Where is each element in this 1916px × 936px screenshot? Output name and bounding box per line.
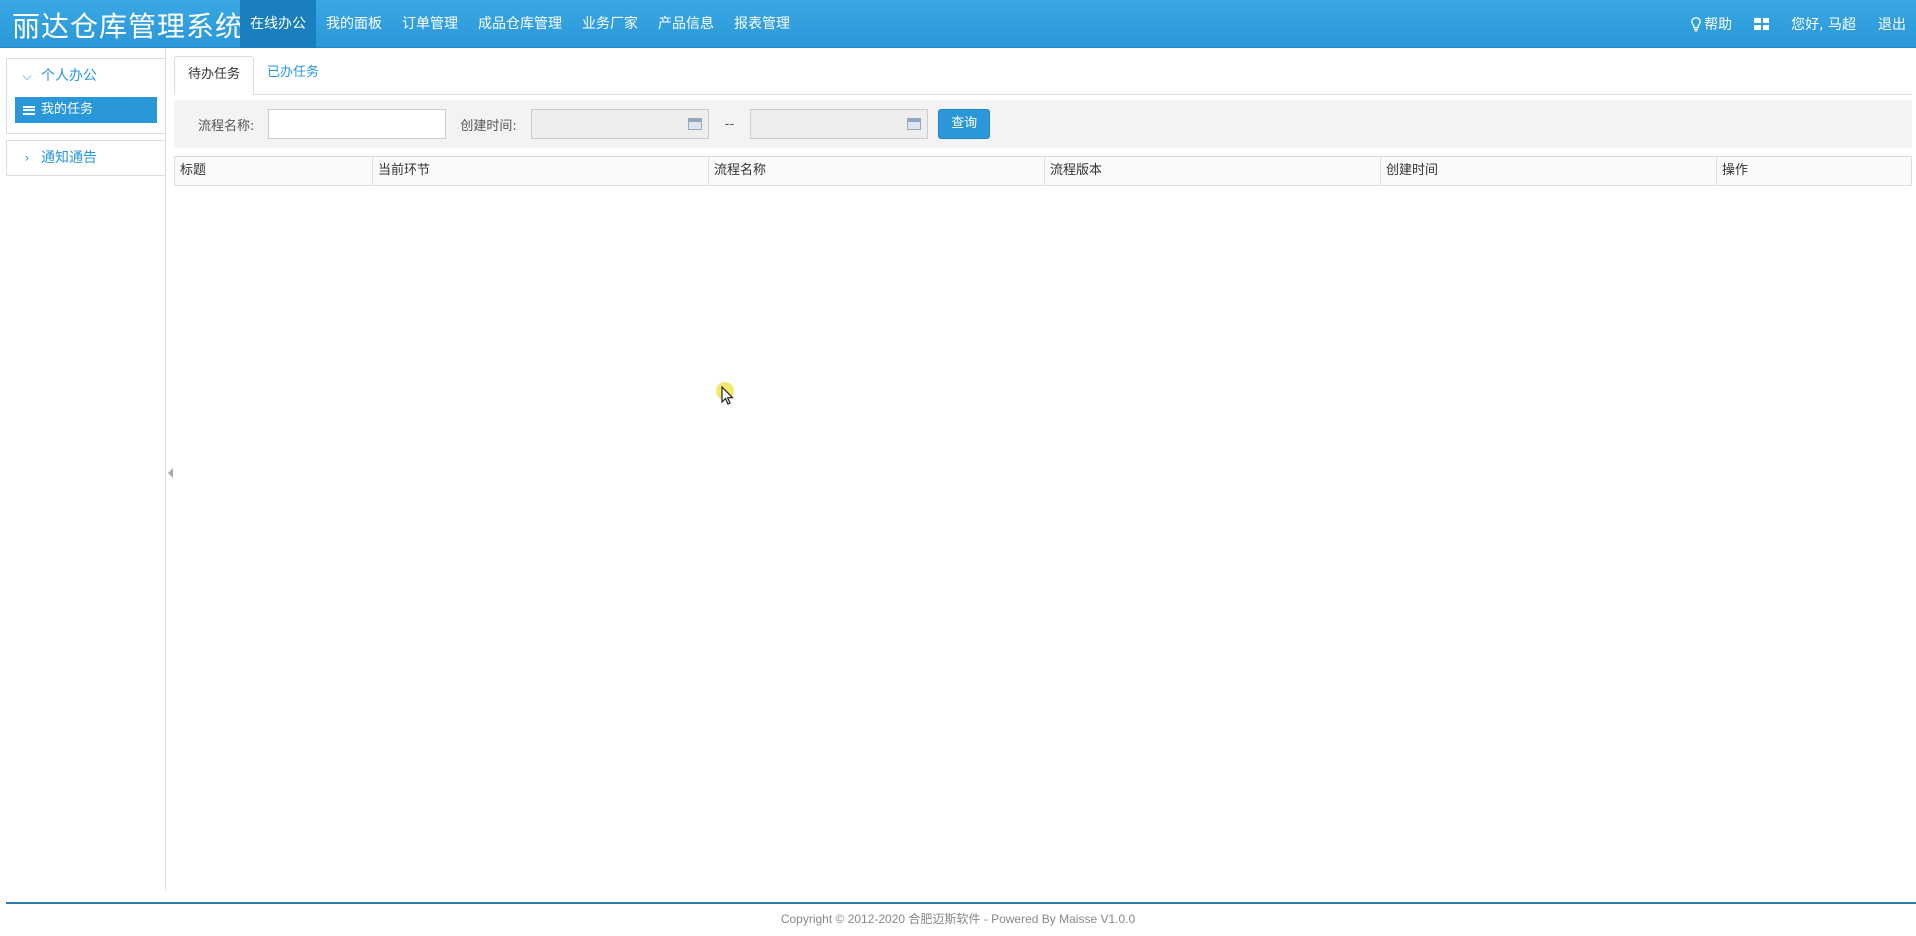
nav-item-online-office[interactable]: 在线办公 <box>240 0 316 48</box>
list-icon <box>23 105 35 115</box>
column-header-created-time[interactable]: 创建时间 <box>1381 157 1717 185</box>
created-time-label: 创建时间: <box>460 118 517 134</box>
process-name-input[interactable] <box>268 109 447 139</box>
column-header-process-version[interactable]: 流程版本 <box>1045 157 1381 185</box>
tab-completed-tasks[interactable]: 已办任务 <box>254 55 332 94</box>
column-header-process-name[interactable]: 流程名称 <box>709 157 1045 185</box>
sidebar-collapse-handle[interactable] <box>168 468 173 478</box>
app-title: 丽达仓库管理系统 <box>12 10 245 43</box>
task-table-header: 标题 当前环节 流程名称 流程版本 创建时间 操作 <box>174 156 1912 186</box>
end-date-input[interactable] <box>750 109 929 139</box>
start-date-input[interactable] <box>530 109 709 139</box>
sidebar: ⌵ 个人办公 我的任务 › 通知通告 <box>0 48 166 890</box>
grid-icon <box>1754 18 1770 30</box>
sidebar-item-my-tasks[interactable]: 我的任务 <box>15 97 157 123</box>
query-button[interactable]: 查询 <box>938 109 991 139</box>
calendar-icon[interactable] <box>687 118 702 130</box>
nav-item-product-info[interactable]: 产品信息 <box>648 0 724 48</box>
nav-item-reports[interactable]: 报表管理 <box>724 0 800 48</box>
nav-item-order-management[interactable]: 订单管理 <box>392 0 468 48</box>
lightbulb-icon <box>1691 16 1701 31</box>
tab-pending-tasks[interactable]: 待办任务 <box>174 56 255 95</box>
sidebar-group-notices: › 通知通告 <box>6 140 166 176</box>
top-navbar: 丽达仓库管理系统 在线办公 我的面板 订单管理 成品仓库管理 业务厂家 产品信息… <box>0 0 1916 48</box>
date-range-separator: -- <box>724 116 735 132</box>
nav-right: 帮助 您好, 马超 退出 <box>1669 0 1906 48</box>
logout-link[interactable]: 退出 <box>1878 14 1906 34</box>
main-nav: 在线办公 我的面板 订单管理 成品仓库管理 业务厂家 产品信息 报表管理 <box>240 0 800 48</box>
footer-divider <box>6 902 1916 904</box>
sidebar-group-header-personal-office[interactable]: ⌵ 个人办公 <box>7 59 165 93</box>
pointer-icon <box>721 386 734 405</box>
nav-item-vendors[interactable]: 业务厂家 <box>572 0 648 48</box>
help-label: 帮助 <box>1704 17 1733 33</box>
sidebar-group-label: 个人办公 <box>41 68 97 84</box>
main-content: 待办任务 已办任务 流程名称: 创建时间: -- 查询 标题 当前环节 流程名称… <box>174 56 1912 890</box>
column-header-title[interactable]: 标题 <box>175 157 373 185</box>
sidebar-group-header-notices[interactable]: › 通知通告 <box>7 141 165 175</box>
calendar-icon[interactable] <box>907 118 922 130</box>
sidebar-group-personal-office: ⌵ 个人办公 我的任务 <box>6 58 166 134</box>
column-header-current-step[interactable]: 当前环节 <box>373 157 709 185</box>
column-header-actions[interactable]: 操作 <box>1717 157 1911 185</box>
process-name-label: 流程名称: <box>198 118 255 134</box>
chevron-down-icon: ⌵ <box>22 69 32 83</box>
nav-item-my-panel[interactable]: 我的面板 <box>316 0 392 48</box>
user-greeting[interactable]: 您好, 马超 <box>1791 14 1856 34</box>
sidebar-group-label: 通知通告 <box>41 150 97 166</box>
chevron-right-icon: › <box>24 151 30 165</box>
layout-toggle[interactable] <box>1754 18 1770 30</box>
task-tabs: 待办任务 已办任务 <box>174 56 1912 95</box>
search-bar: 流程名称: 创建时间: -- 查询 <box>174 100 1912 148</box>
sidebar-item-label: 我的任务 <box>41 102 94 117</box>
footer-copyright: Copyright © 2012-2020 合肥迈斯软件 - Powered B… <box>780 912 1136 926</box>
nav-item-warehouse-management[interactable]: 成品仓库管理 <box>468 0 572 48</box>
help-link[interactable]: 帮助 <box>1691 14 1732 34</box>
